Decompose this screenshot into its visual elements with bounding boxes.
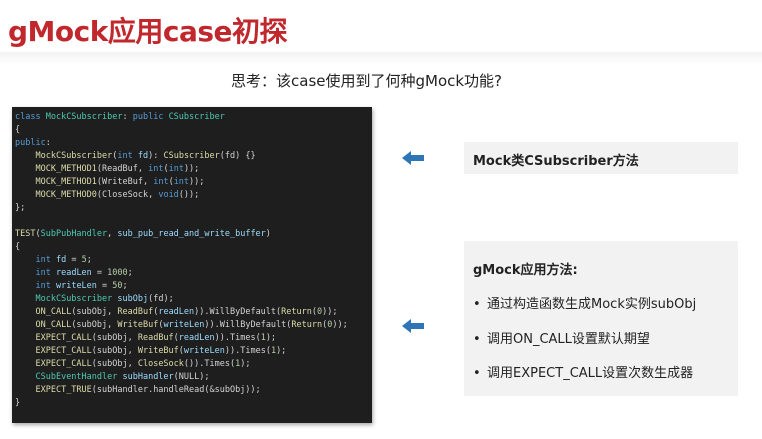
code-text: class MockCSubscriber: public CSubscribe… bbox=[12, 107, 372, 410]
code-line: EXPECT_CALL(subObj, CloseSock()).Times(1… bbox=[35, 359, 251, 369]
code-line: int fd = 5; bbox=[35, 255, 92, 265]
usage-heading: gMock应用方法: bbox=[473, 263, 578, 278]
arrow-left-icon bbox=[402, 151, 424, 165]
code-line: int writeLen = 50; bbox=[35, 281, 128, 291]
code-line: ON_CALL(subObj, ReadBuf(readLen)).WillBy… bbox=[35, 307, 338, 317]
code-line: int readLen = 1000; bbox=[35, 268, 133, 278]
code-line: MOCK_METHOD0(CloseSock, void()); bbox=[35, 190, 200, 200]
code-line: EXPECT_CALL(subObj, ReadBuf(readLen)).Ti… bbox=[35, 333, 277, 343]
mock-class-label: Mock类CSubscriber方法 bbox=[473, 154, 639, 169]
bullet-dot: • bbox=[473, 366, 481, 381]
slide-title: gMock应用case初探 bbox=[8, 15, 288, 48]
bullet-dot: • bbox=[473, 332, 481, 347]
code-line: }; bbox=[15, 203, 26, 213]
code-line: MOCK_METHOD1(ReadBuf, int(int)); bbox=[35, 164, 200, 174]
code-line: EXPECT_CALL(subObj, WriteBuf(writeLen)).… bbox=[35, 346, 287, 356]
code-line: public: bbox=[15, 138, 51, 148]
code-line: { bbox=[15, 125, 21, 135]
code-line: MockCSubscriber subObj(fd); bbox=[35, 294, 174, 304]
usage-bullet: • 调用ON_CALL设置默认期望 bbox=[473, 332, 650, 347]
code-line: { bbox=[15, 242, 21, 252]
code-line: } bbox=[15, 398, 21, 408]
mock-class-callout: Mock类CSubscriber方法 bbox=[464, 142, 738, 174]
code-line: TEST(SubPubHandler, sub_pub_read_and_wri… bbox=[15, 229, 271, 239]
title-divider bbox=[0, 52, 762, 66]
arrow-left-icon bbox=[402, 319, 424, 333]
code-line: EXPECT_TRUE(subHandler.handleRead(&subOb… bbox=[35, 385, 261, 395]
code-line: MOCK_METHOD1(WriteBuf, int(int)); bbox=[35, 177, 205, 187]
code-line: MockCSubscriber(int fd): CSubscriber(fd)… bbox=[35, 151, 256, 161]
code-line: CSubEventHandler subHandler(NULL); bbox=[35, 372, 210, 382]
usage-bullet: • 通过构造函数生成Mock实例subObj bbox=[473, 297, 697, 312]
code-line: class MockCSubscriber: public CSubscribe… bbox=[15, 112, 225, 122]
question-text: 思考：该case使用到了何种gMock功能? bbox=[231, 72, 503, 90]
code-snippet: class MockCSubscriber: public CSubscribe… bbox=[12, 107, 372, 423]
usage-bullet: • 调用EXPECT_CALL设置次数生成器 bbox=[473, 366, 694, 381]
bullet-dot: • bbox=[473, 297, 481, 312]
code-line: ON_CALL(subObj, WriteBuf(writeLen)).Will… bbox=[35, 320, 348, 330]
gmock-usage-callout: gMock应用方法: • 通过构造函数生成Mock实例subObj • 调用ON_C… bbox=[464, 241, 738, 396]
